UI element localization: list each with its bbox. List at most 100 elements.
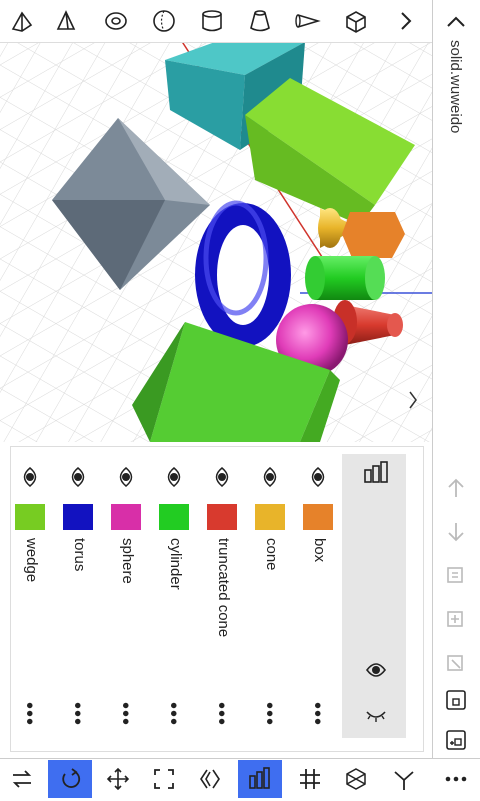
edit-icon: [447, 567, 463, 583]
torus-tool-button[interactable]: [98, 3, 134, 39]
truncated-cone-icon: [250, 10, 270, 32]
add-copy-button[interactable]: [436, 600, 476, 640]
shape-toolbar: [0, 0, 432, 43]
sphere-icon: [153, 10, 175, 32]
wedge-tool-button[interactable]: [4, 3, 40, 39]
new-document-icon: [446, 730, 466, 750]
object-color-swatch[interactable]: [207, 504, 237, 530]
object-list-button[interactable]: [238, 760, 282, 798]
object-color-swatch[interactable]: [303, 504, 333, 530]
object-name-label: wedge: [23, 538, 40, 583]
object-list-icon: [364, 461, 388, 483]
chevron-right-icon: [401, 12, 412, 30]
cylinder-tool-button[interactable]: [194, 3, 230, 39]
back-button[interactable]: [436, 2, 476, 42]
fit-view-button[interactable]: [142, 760, 186, 798]
object-list-item[interactable]: cone •••: [250, 456, 290, 736]
open-file-button[interactable]: [436, 680, 476, 720]
object-name-label: sphere: [119, 538, 136, 584]
redo-button[interactable]: [436, 512, 476, 552]
object-name-label: box: [311, 538, 328, 563]
arrow-down-icon: [448, 523, 464, 542]
object-options-icon[interactable]: •••: [161, 702, 184, 726]
object-options-icon[interactable]: •••: [209, 702, 232, 726]
cone-icon: [295, 14, 321, 28]
visibility-eye-icon[interactable]: [19, 466, 41, 488]
object-name-label: cylinder: [167, 538, 184, 590]
perspective-button[interactable]: [188, 760, 232, 798]
object-color-swatch[interactable]: [255, 504, 285, 530]
object-color-swatch[interactable]: [63, 504, 93, 530]
arrow-up-icon: [448, 478, 464, 497]
visibility-eye-icon[interactable]: [67, 466, 89, 488]
new-file-button[interactable]: [436, 720, 476, 760]
box-icon: [346, 11, 366, 33]
axes-button[interactable]: [382, 760, 426, 798]
cone-tool-button[interactable]: [290, 3, 326, 39]
undo-button[interactable]: [436, 468, 476, 508]
object-list-item[interactable]: truncated cone •••: [202, 456, 242, 736]
object-list-header: [342, 454, 406, 738]
wireframe-button[interactable]: [334, 760, 378, 798]
torus-shape[interactable]: [195, 200, 291, 347]
scene: [0, 42, 432, 442]
visibility-eye-icon[interactable]: [115, 466, 137, 488]
object-list-toggle-icon: [249, 767, 270, 789]
object-options-icon[interactable]: •••: [17, 702, 40, 726]
visibility-eye-icon[interactable]: [259, 466, 281, 488]
truncated-cone-tool-button[interactable]: [242, 3, 278, 39]
chevron-up-icon: [447, 16, 465, 27]
object-color-swatch[interactable]: [15, 504, 45, 530]
wireframe-icon: [346, 768, 366, 790]
visibility-eye-icon[interactable]: [307, 466, 329, 488]
rotate-button[interactable]: [48, 760, 92, 798]
more-button[interactable]: [434, 760, 478, 798]
add-copy-icon: [447, 611, 463, 627]
3d-viewport[interactable]: [0, 42, 432, 442]
object-color-swatch[interactable]: [111, 504, 141, 530]
swap-view-button[interactable]: [0, 760, 44, 798]
object-options-icon[interactable]: •••: [305, 702, 328, 726]
visibility-eye-icon[interactable]: [211, 466, 233, 488]
box-shape[interactable]: [342, 212, 405, 258]
fit-view-icon: [154, 769, 174, 789]
hide-all-icon[interactable]: [364, 702, 388, 726]
more-shapes-button[interactable]: [388, 3, 424, 39]
rotate-icon: [62, 768, 81, 788]
axes-icon: [394, 771, 414, 790]
file-name-label: solid.wuweido: [447, 40, 464, 134]
object-name-label: truncated cone: [215, 538, 232, 638]
sphere-tool-button[interactable]: [146, 3, 182, 39]
object-list-item[interactable]: wedge •••: [10, 456, 50, 736]
torus-icon: [105, 12, 127, 30]
object-name-label: torus: [71, 538, 88, 572]
cylinder-shape[interactable]: [305, 256, 385, 300]
cylinder-icon: [202, 10, 222, 32]
object-list-item[interactable]: box •••: [298, 456, 338, 736]
transform-button[interactable]: [436, 644, 476, 684]
show-all-icon[interactable]: [364, 658, 388, 682]
wedge-icon: [11, 11, 33, 32]
document-icon: [446, 690, 466, 710]
pyramid-icon: [56, 10, 76, 30]
object-options-icon[interactable]: •••: [65, 702, 88, 726]
grid-button[interactable]: [288, 760, 332, 798]
box-tool-button[interactable]: [338, 3, 374, 39]
perspective-icon: [200, 769, 220, 789]
move-icon: [106, 767, 130, 791]
grid-icon: [300, 769, 320, 789]
visibility-eye-icon[interactable]: [163, 466, 185, 488]
object-name-label: cone: [263, 538, 280, 571]
object-options-icon[interactable]: •••: [113, 702, 136, 726]
object-list-item[interactable]: torus •••: [58, 456, 98, 736]
pan-button[interactable]: [96, 760, 140, 798]
more-icon: [445, 776, 467, 782]
file-name: solid.wuweido: [444, 40, 464, 160]
object-options-icon[interactable]: •••: [257, 702, 280, 726]
pyramid-tool-button[interactable]: [48, 3, 84, 39]
object-color-swatch[interactable]: [159, 504, 189, 530]
edit-button[interactable]: [436, 556, 476, 596]
object-list-item[interactable]: cylinder •••: [154, 456, 194, 736]
transform-icon: [447, 655, 463, 671]
object-list-item[interactable]: sphere •••: [106, 456, 146, 736]
